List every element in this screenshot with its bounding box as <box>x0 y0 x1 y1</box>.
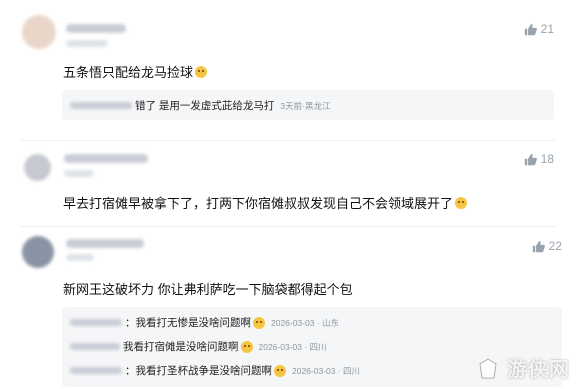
like-count-value: 22 <box>548 239 562 253</box>
watermark-logo-icon <box>479 358 497 379</box>
smiley-emoji-icon <box>195 66 208 78</box>
thumbs-up-icon <box>524 153 537 165</box>
thumbs-up-icon <box>524 23 537 35</box>
reply-meta: 2026-03-03 · 山东 <box>271 317 340 328</box>
cat-emoji-icon <box>240 340 253 353</box>
comment-2: 18 早去打宿傩早被拿下了，打两下你宿傩叔叔发现自己不会领域展开了 <box>0 141 584 226</box>
reply-text: ：我看打圣杯战争是没啥问题啊 <box>125 365 272 377</box>
reply-text: ：我看打无惨是没啥问题啊 <box>125 317 251 329</box>
like-count-value: 18 <box>540 152 554 166</box>
cat-emoji-icon <box>253 316 265 329</box>
user-meta-blurred <box>64 170 94 177</box>
smiley-emoji-icon <box>455 197 468 209</box>
username-blurred[interactable] <box>64 154 148 163</box>
reply-username-blurred[interactable] <box>70 343 120 350</box>
comment-1: 21 五条悟只配给龙马捡球 错了 是用一发虚式茈给龙马打 3天前·黑龙江 <box>0 0 584 140</box>
reply-meta: 2026-03-03 · 四川 <box>292 365 361 376</box>
user-avatar[interactable] <box>22 15 56 49</box>
comment-text: 新网王这破坏力 你让弗利萨吃一下脑袋都得起个包 <box>63 282 353 297</box>
like-count[interactable]: 18 <box>524 152 554 166</box>
reply-item: 错了 是用一发虚式茈给龙马打 3天前·黑龙江 <box>70 98 330 113</box>
like-count[interactable]: 21 <box>524 22 554 36</box>
reply-item: ：我看打无惨是没啥问题啊 2026-03-03 · 山东 <box>70 315 339 330</box>
reply-item: 我看打宿傩是没啥问题啊 2026-03-03 · 四川 <box>70 339 327 354</box>
reply-text: 我看打宿傩是没啥问题啊 <box>123 341 239 353</box>
username-blurred[interactable] <box>66 24 126 33</box>
reply-username-blurred[interactable] <box>70 319 122 326</box>
reply-item: ：我看打圣杯战争是没啥问题啊 2026-03-03 · 四川 <box>70 363 360 378</box>
cat-emoji-icon <box>274 364 286 377</box>
reply-meta: 2026-03-03 · 四川 <box>258 341 327 352</box>
reply-username-blurred[interactable] <box>70 102 132 109</box>
watermark-text: 游侠网 <box>507 359 570 381</box>
user-avatar[interactable] <box>22 236 54 268</box>
user-avatar[interactable] <box>24 154 51 181</box>
reply-username-blurred[interactable] <box>70 367 122 374</box>
username-blurred[interactable] <box>66 239 144 248</box>
reply-box: 错了 是用一发虚式茈给龙马打 3天前·黑龙江 <box>62 90 554 120</box>
thumbs-up-icon <box>532 240 545 252</box>
like-count[interactable]: 22 <box>532 239 562 253</box>
user-meta-blurred <box>66 40 108 47</box>
comment-text: 五条悟只配给龙马捡球 <box>63 62 208 81</box>
user-meta-blurred <box>66 254 94 261</box>
reply-meta: 3天前·黑龙江 <box>280 100 331 111</box>
comment-text: 早去打宿傩早被拿下了，打两下你宿傩叔叔发现自己不会领域展开了 <box>63 193 468 212</box>
like-count-value: 21 <box>540 22 554 36</box>
reply-text: 错了 是用一发虚式茈给龙马打 <box>135 100 275 112</box>
